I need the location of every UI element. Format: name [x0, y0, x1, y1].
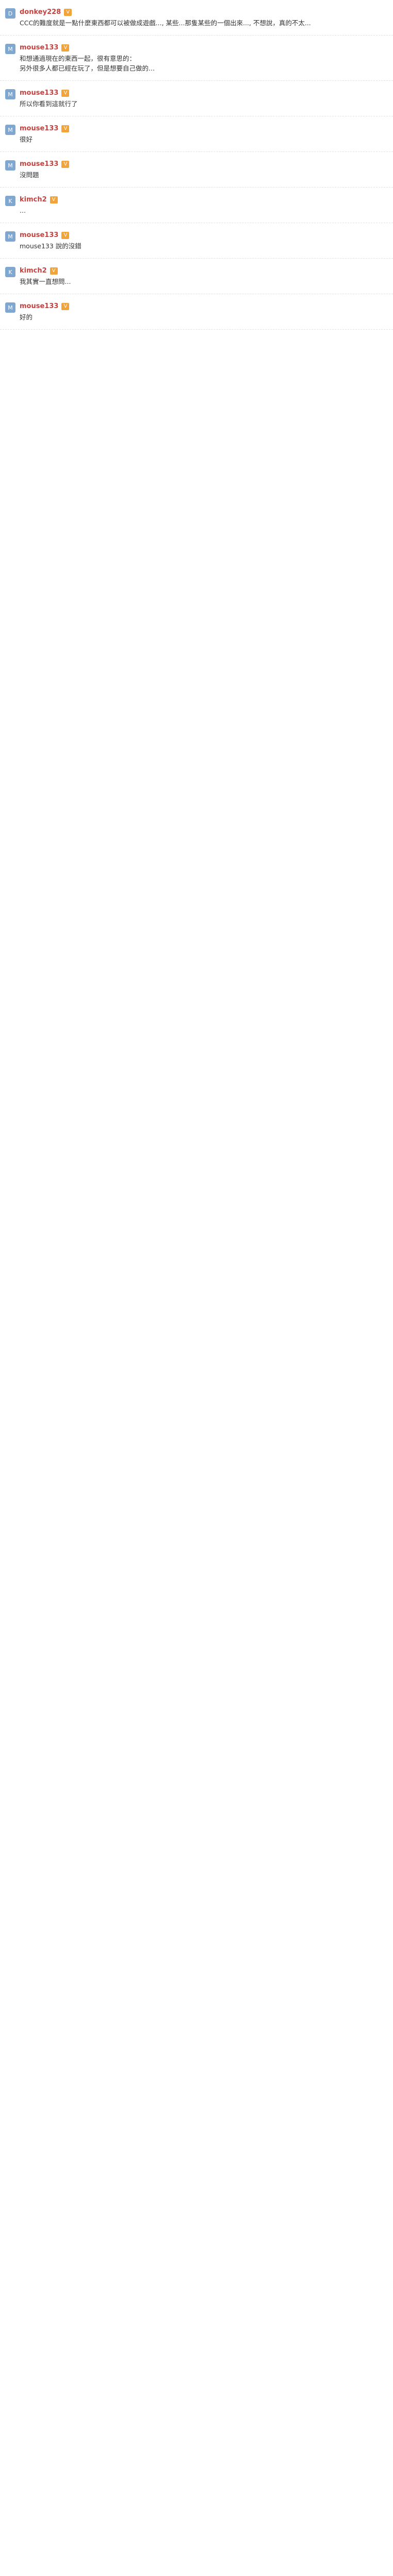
comment-meta: mouse133 V — [20, 231, 388, 239]
comment-body: mouse133 V 沒問題 — [20, 160, 388, 180]
username-link[interactable]: kimch2 — [20, 196, 47, 204]
comment-text: 所以你看到這就行了 — [20, 100, 78, 108]
level-badge: V — [50, 196, 58, 204]
comment-body: kimch2 V 我其實一直想問... — [20, 267, 388, 286]
avatar[interactable]: M — [5, 44, 15, 54]
comment-meta: kimch2 V — [20, 267, 388, 275]
avatar[interactable]: M — [5, 231, 15, 242]
level-badge: V — [61, 231, 70, 239]
username-link[interactable]: donkey228 — [20, 8, 61, 16]
username-link[interactable]: mouse133 — [20, 160, 58, 168]
username-link[interactable]: mouse133 — [20, 125, 58, 132]
comment-item: Mmouse133 V 很好 — [0, 116, 393, 152]
avatar[interactable]: M — [5, 89, 15, 99]
comment-text: 很好 — [20, 135, 33, 143]
username-link[interactable]: mouse133 — [20, 89, 58, 97]
comment-body: kimch2 V... — [20, 196, 388, 215]
comment-body: mouse133 V 所以你看到這就行了 — [20, 89, 388, 109]
comment-list: Ddonkey228 V CCC的難度就是一點什麼東西都可以被做成遊戲..., 某些… — [0, 0, 393, 330]
comment-body: mouse133 Vmouse133 說的沒錯 — [20, 231, 388, 251]
comment-item: Kkimch2 V 我其實一直想問... — [0, 259, 393, 294]
comment-item: Mmouse133 V 沒問題 — [0, 152, 393, 188]
comment-meta: mouse133 V — [20, 125, 388, 132]
comment-item: Mmouse133 V 所以你看到這就行了 — [0, 81, 393, 116]
comment-meta: mouse133 V — [20, 302, 388, 310]
comment-item: Mmouse133 Vmouse133 說的沒錯 — [0, 223, 393, 259]
comment-body: donkey228 V CCC的難度就是一點什麼東西都可以被做成遊戲..., 某些.… — [20, 8, 388, 28]
avatar[interactable]: M — [5, 125, 15, 135]
comment-body: mouse133 V 好的 — [20, 302, 388, 322]
comment-text: 我其實一直想問... — [20, 278, 71, 285]
level-badge: V — [61, 89, 70, 97]
comment-text: 和想通過現在的東西一起，很有意思的： 另外很多人都已經在玩了，但是想要自己做的.… — [20, 55, 155, 72]
level-badge: V — [61, 302, 70, 310]
comment-meta: donkey228 V — [20, 8, 388, 16]
level-badge: V — [64, 8, 72, 16]
comment-page: Ddonkey228 V CCC的難度就是一點什麼東西都可以被做成遊戲..., 某些… — [0, 0, 393, 2576]
avatar[interactable]: K — [5, 196, 15, 206]
username-link[interactable]: mouse133 — [20, 302, 58, 310]
comment-text: CCC的難度就是一點什麼東西都可以被做成遊戲..., 某些...那隻某些的一個出… — [20, 19, 311, 27]
username-link[interactable]: mouse133 — [20, 231, 58, 239]
comment-item: Mmouse133 V 和想通過現在的東西一起，很有意思的： 另外很多人都已經在玩了… — [0, 36, 393, 81]
avatar[interactable]: M — [5, 160, 15, 171]
level-badge: V — [61, 44, 70, 52]
comment-meta: mouse133 V — [20, 89, 388, 97]
avatar[interactable]: K — [5, 267, 15, 277]
comment-text: 沒問題 — [20, 171, 39, 179]
comment-item: Kkimch2 V... — [0, 188, 393, 223]
avatar[interactable]: D — [5, 8, 15, 19]
comment-text: mouse133 說的沒錯 — [20, 242, 81, 250]
level-badge: V — [61, 160, 70, 168]
comment-item: Ddonkey228 V CCC的難度就是一點什麼東西都可以被做成遊戲..., 某些… — [0, 0, 393, 36]
level-badge: V — [50, 267, 58, 275]
comment-text: ... — [20, 207, 26, 214]
comment-body: mouse133 V 很好 — [20, 125, 388, 144]
comment-text: 好的 — [20, 313, 33, 321]
username-link[interactable]: kimch2 — [20, 267, 47, 275]
comment-meta: kimch2 V — [20, 196, 388, 204]
level-badge: V — [61, 125, 70, 132]
comment-item: Mmouse133 V 好的 — [0, 294, 393, 330]
comment-meta: mouse133 V — [20, 44, 388, 52]
comment-meta: mouse133 V — [20, 160, 388, 168]
avatar[interactable]: M — [5, 302, 15, 313]
username-link[interactable]: mouse133 — [20, 44, 58, 52]
comment-body: mouse133 V 和想通過現在的東西一起，很有意思的： 另外很多人都已經在玩了，… — [20, 44, 388, 73]
